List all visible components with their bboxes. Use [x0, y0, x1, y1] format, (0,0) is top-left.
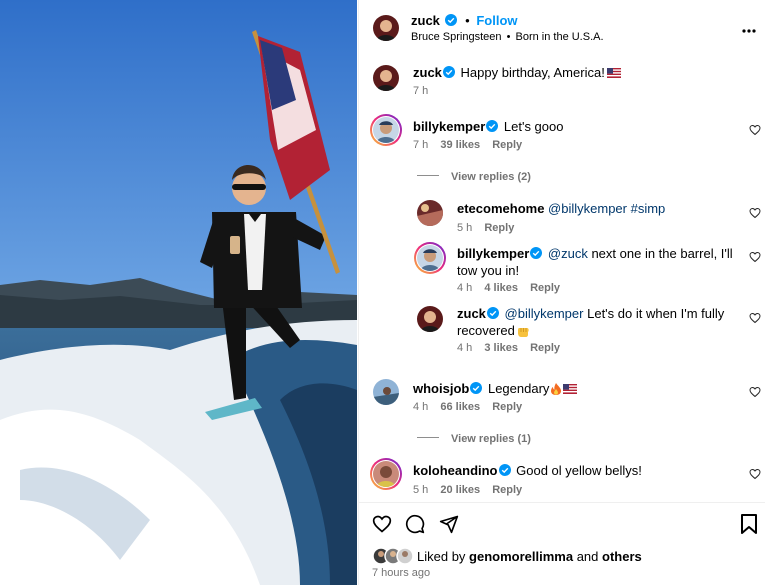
- verified-badge-icon: [470, 382, 483, 394]
- comment-meta: 4 h 3 likes Reply: [457, 342, 560, 354]
- comment: koloheandino Good ol yellow bellys!: [413, 462, 733, 479]
- commenter-avatar[interactable]: [373, 461, 399, 487]
- like-comment-icon[interactable]: [749, 386, 761, 398]
- caption-avatar[interactable]: [373, 65, 399, 91]
- fist-emoji-icon: [517, 328, 529, 337]
- audio-info[interactable]: Bruce Springsteen • Born in the U.S.A.: [411, 31, 604, 43]
- more-options-icon[interactable]: [742, 20, 756, 38]
- verified-badge-icon: [442, 66, 455, 78]
- divider-line: [417, 175, 439, 177]
- liked-by-others[interactable]: others: [602, 549, 642, 564]
- save-bookmark-icon[interactable]: [740, 514, 758, 539]
- comment-username[interactable]: etecomehome: [457, 201, 544, 216]
- comment-time: 7 h: [413, 139, 429, 151]
- comment-meta: 4 h 4 likes Reply: [457, 282, 560, 294]
- comment-meta: 7 h 39 likes Reply: [413, 139, 522, 151]
- audio-track: Born in the U.S.A.: [515, 31, 604, 43]
- commenter-avatar[interactable]: [417, 200, 443, 226]
- comment-likes[interactable]: 66 likes: [440, 401, 480, 413]
- commenter-avatar[interactable]: [373, 379, 399, 405]
- view-replies-toggle[interactable]: View replies (1): [417, 429, 531, 447]
- comment-mention[interactable]: @billykemper: [505, 306, 584, 321]
- comment-username[interactable]: billykemper: [457, 246, 529, 261]
- comment-icon[interactable]: [405, 514, 425, 539]
- reply-button[interactable]: Reply: [530, 342, 560, 354]
- footer-divider: [359, 502, 765, 503]
- caption-text: Happy birthday, America!: [460, 65, 605, 80]
- divider-line: [417, 437, 439, 439]
- share-icon[interactable]: [439, 514, 459, 539]
- like-comment-icon[interactable]: [749, 468, 761, 480]
- view-replies-toggle[interactable]: View replies (2): [417, 167, 531, 185]
- reply-button[interactable]: Reply: [484, 222, 514, 234]
- liked-by: Liked by genomorellimma and others: [417, 549, 642, 564]
- liked-by-avatars[interactable]: [372, 547, 414, 565]
- comment-text: Let's gooo: [503, 119, 564, 134]
- verified-badge-icon: [444, 14, 457, 26]
- comment: whoisjob Legendary: [413, 380, 733, 397]
- caption: zuck Happy birthday, America!: [413, 64, 743, 81]
- caption-time: 7 h: [413, 85, 429, 97]
- comment-mention[interactable]: @zuck: [548, 246, 588, 261]
- fire-emoji-icon: [551, 383, 562, 395]
- follow-button[interactable]: Follow: [476, 13, 517, 28]
- like-comment-icon[interactable]: [749, 207, 761, 219]
- comment-likes[interactable]: 39 likes: [440, 139, 480, 151]
- comment-mention[interactable]: @billykemper #simp: [548, 201, 665, 216]
- view-replies-label: View replies (2): [451, 171, 531, 183]
- like-post-icon[interactable]: [372, 514, 392, 539]
- reply-button[interactable]: Reply: [492, 401, 522, 413]
- author-avatar[interactable]: [373, 15, 399, 41]
- comment-username[interactable]: zuck: [457, 306, 486, 321]
- verified-badge-icon: [486, 120, 499, 132]
- liked-by-and: and: [576, 549, 599, 564]
- us-flag-emoji-icon: [606, 68, 621, 78]
- post-timestamp[interactable]: 7 hours ago: [372, 567, 430, 579]
- comment-likes[interactable]: 20 likes: [440, 484, 480, 496]
- like-comment-icon[interactable]: [749, 312, 761, 324]
- comment-time: 4 h: [413, 401, 429, 413]
- comment-username[interactable]: koloheandino: [413, 463, 498, 478]
- comment: billykemper Let's gooo: [413, 118, 733, 135]
- comment-likes[interactable]: 3 likes: [484, 342, 518, 354]
- header-dot: •: [465, 13, 470, 28]
- view-replies-label: View replies (1): [451, 433, 531, 445]
- caption-username[interactable]: zuck: [413, 65, 442, 80]
- post-media[interactable]: [0, 0, 357, 585]
- commenter-avatar[interactable]: [417, 245, 443, 271]
- comment-username[interactable]: billykemper: [413, 119, 485, 134]
- reply-button[interactable]: Reply: [492, 139, 522, 151]
- audio-artist: Bruce Springsteen: [411, 31, 502, 43]
- comments-panel: zuck • Follow Bruce Springsteen • Born i…: [358, 0, 765, 585]
- reply-button[interactable]: Reply: [530, 282, 560, 294]
- like-comment-icon[interactable]: [749, 251, 761, 263]
- comment: etecomehome @billykemper #simp: [457, 200, 737, 217]
- liked-by-user[interactable]: genomorellimma: [469, 549, 573, 564]
- verified-badge-icon: [498, 464, 511, 476]
- comment-meta: 5 h 20 likes Reply: [413, 484, 522, 496]
- comment-time: 4 h: [457, 282, 473, 294]
- comment-username[interactable]: whoisjob: [413, 381, 469, 396]
- comment-time: 5 h: [457, 222, 473, 234]
- reply-button[interactable]: Reply: [492, 484, 522, 496]
- verified-badge-icon: [530, 247, 543, 259]
- comment: zuck @billykemper Let's do it when I'm f…: [457, 305, 737, 339]
- commenter-avatar[interactable]: [373, 117, 399, 143]
- comment-text: Good ol yellow bellys!: [516, 463, 642, 478]
- like-comment-icon[interactable]: [749, 124, 761, 136]
- comment-text: Legendary: [487, 381, 550, 396]
- author-username[interactable]: zuck: [411, 13, 440, 28]
- verified-badge-icon: [486, 307, 499, 319]
- comment-likes[interactable]: 4 likes: [484, 282, 518, 294]
- comment-time: 4 h: [457, 342, 473, 354]
- comment: billykemper @zuck next one in the barrel…: [457, 245, 737, 279]
- comment-meta: 4 h 66 likes Reply: [413, 401, 522, 413]
- post-header: zuck • Follow: [411, 13, 518, 28]
- commenter-avatar[interactable]: [417, 306, 443, 332]
- comment-time: 5 h: [413, 484, 429, 496]
- liked-by-prefix: Liked by: [417, 549, 466, 564]
- us-flag-emoji-icon: [563, 384, 578, 394]
- audio-sep: •: [506, 31, 511, 43]
- comment-meta: 5 h Reply: [457, 222, 514, 234]
